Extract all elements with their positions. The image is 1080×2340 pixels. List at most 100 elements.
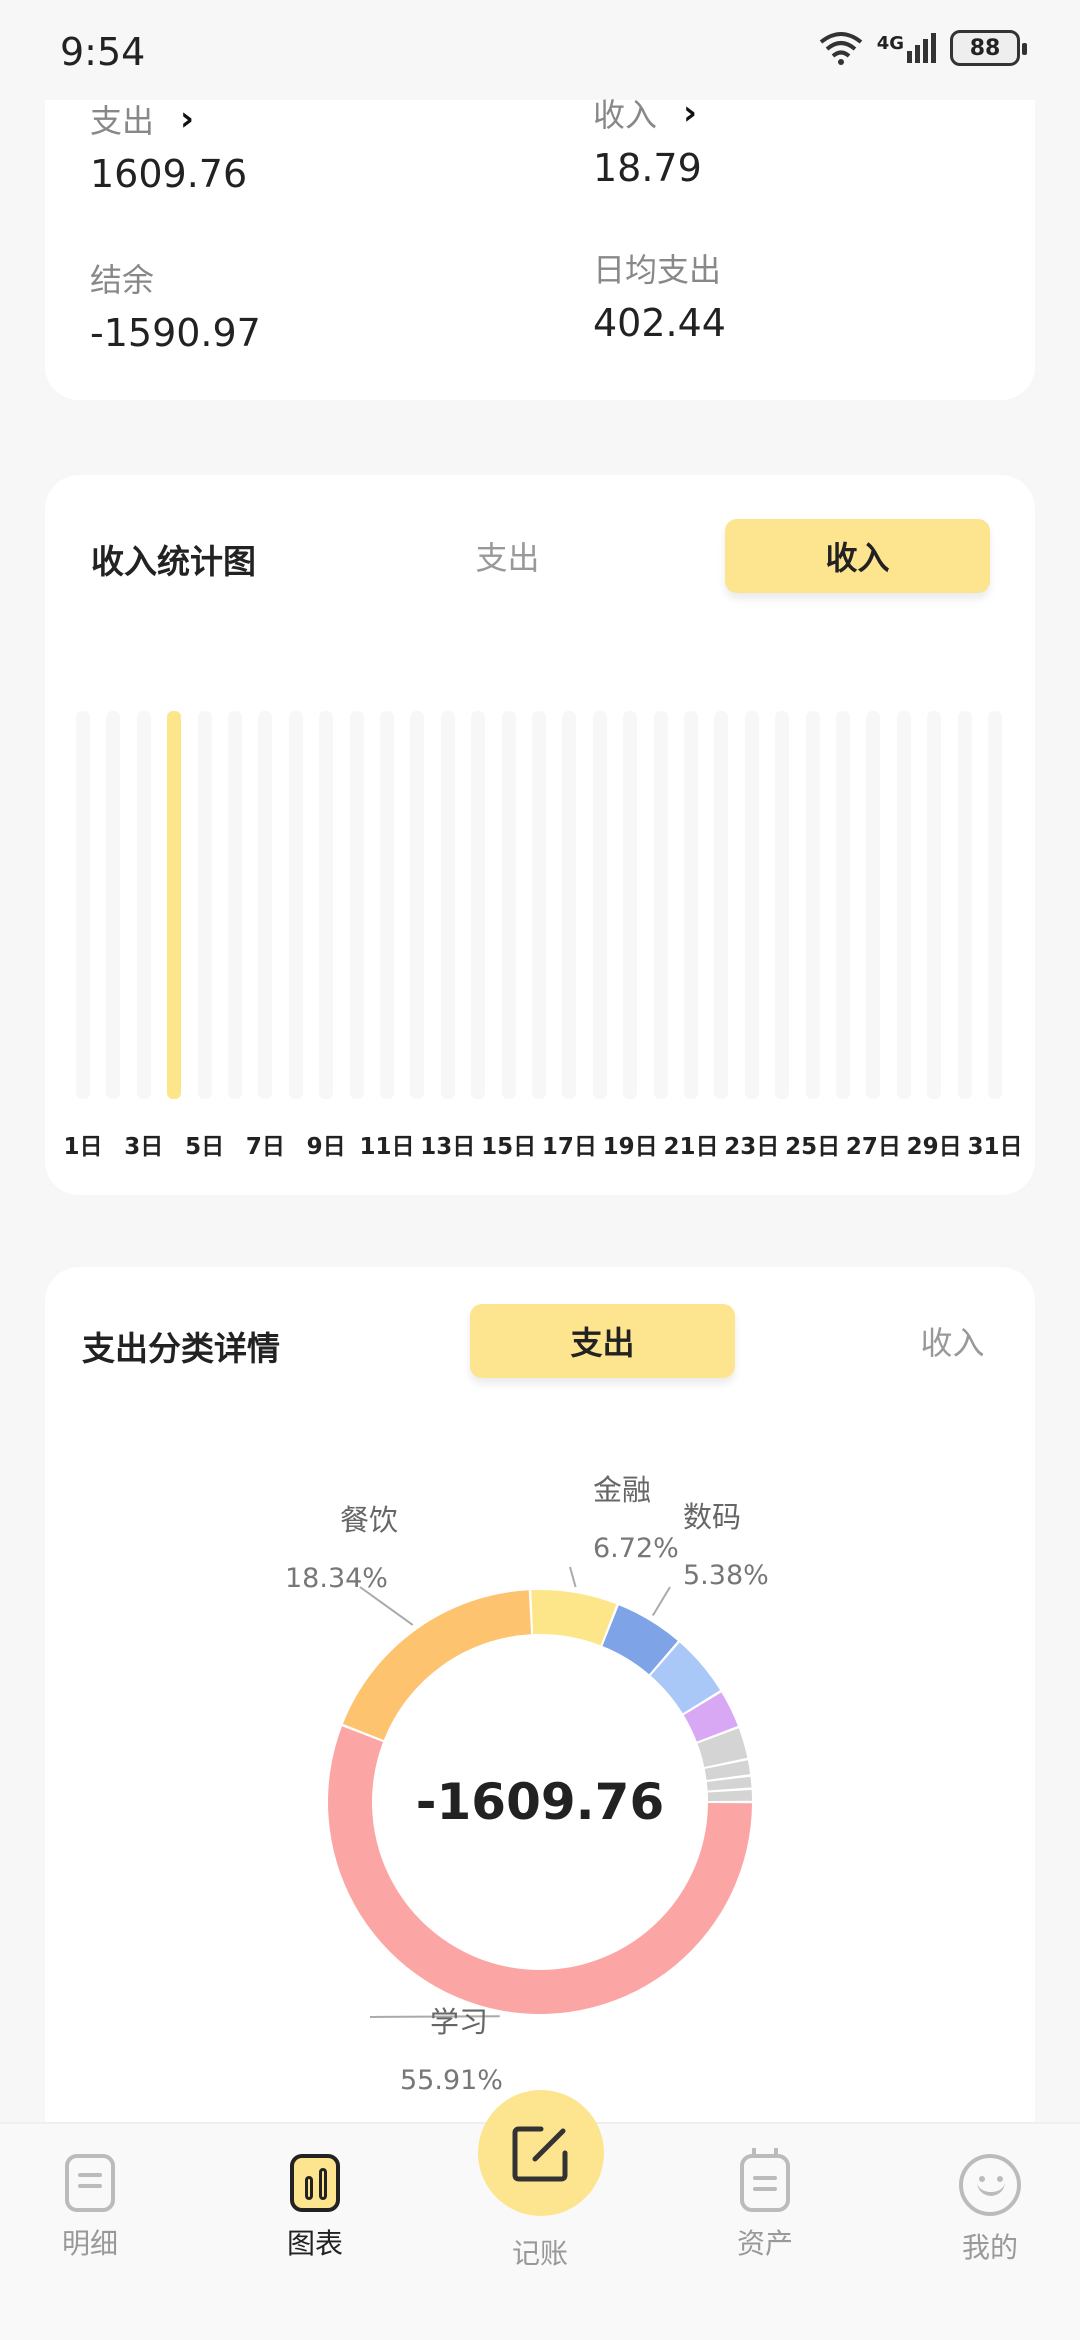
chart-icon — [290, 2154, 340, 2212]
leader-line — [569, 1566, 577, 1588]
balance-label: 结余 — [90, 261, 155, 299]
battery-icon: 88 — [950, 30, 1027, 66]
x-tick-label: 25日 — [785, 1134, 841, 1160]
nav-label-details: 明细 — [61, 2227, 118, 2260]
nav-item-assets[interactable]: 资产 — [695, 2148, 835, 2262]
donut-slice[interactable] — [327, 1726, 752, 2015]
bar-track — [197, 711, 212, 1099]
add-record-button[interactable] — [478, 2090, 604, 2216]
nav-item-bookkeeping[interactable]: 记账 — [470, 2232, 610, 2272]
list-icon — [65, 2154, 115, 2212]
x-tick-label: 3日 — [124, 1134, 164, 1160]
network-type: 4G — [876, 33, 904, 54]
smile-icon — [959, 2154, 1021, 2216]
nav-label-assets: 资产 — [736, 2227, 793, 2260]
bar-track — [653, 711, 668, 1099]
bar-track — [866, 711, 881, 1099]
income-chart-card: 收入统计图 支出 收入 1日 3日 5日 7日 9日 11日 13日 15日 17日 19日 21日… — [45, 475, 1035, 1195]
bar-track — [562, 711, 577, 1099]
slice-percent-label: 18.34% — [285, 1563, 388, 1594]
nav-item-charts[interactable]: 图表 — [245, 2154, 385, 2262]
leader-line — [651, 1586, 671, 1616]
daily-expense-label: 日均支出 — [593, 251, 722, 289]
bar-track — [471, 711, 486, 1099]
income-summary[interactable]: 收入 › 18.79 — [593, 90, 702, 190]
x-tick-label: 31日 — [967, 1134, 1023, 1160]
donut-slice[interactable] — [531, 1590, 617, 1646]
status-bar: 9:54 4G 88 — [0, 0, 1080, 110]
x-tick-label: 23日 — [724, 1134, 780, 1160]
bar-track — [440, 711, 455, 1099]
status-time: 9:54 — [60, 30, 146, 74]
bar-track — [288, 711, 303, 1099]
bar-track — [349, 711, 364, 1099]
balance-summary: 结余 -1590.97 — [90, 255, 261, 355]
bar-track — [76, 711, 90, 1099]
nav-item-details[interactable]: 明细 — [20, 2154, 160, 2262]
slice-percent-label: 5.38% — [683, 1560, 769, 1591]
nav-item-mine[interactable]: 我的 — [920, 2154, 1060, 2266]
bar-track — [319, 711, 334, 1099]
daily-expense-value: 402.44 — [593, 301, 726, 345]
x-tick-label: 19日 — [602, 1134, 658, 1160]
x-tick-label: 9日 — [306, 1134, 346, 1160]
x-tick-label: 5日 — [185, 1134, 225, 1160]
chevron-right-icon: › — [180, 99, 195, 139]
slice-percent-label: 55.91% — [400, 2065, 503, 2096]
bar-track — [836, 711, 850, 1099]
bar-track — [410, 711, 425, 1099]
x-tick-label: 13日 — [420, 1134, 476, 1160]
income-bar[interactable] — [167, 711, 182, 1099]
x-tick-label: 21日 — [663, 1134, 719, 1160]
bar-track — [228, 711, 242, 1099]
income-bar-chart: 1日 3日 5日 7日 9日 11日 13日 15日 17日 19日 21日 23日 25日 27日 29日… — [45, 475, 1035, 1195]
status-icons: 4G 88 — [819, 30, 1027, 66]
bar-track — [532, 711, 546, 1099]
summary-card: 支出 › 1609.76 收入 › 18.79 结余 -1590.97 日均支出… — [45, 93, 1035, 400]
balance-value: -1590.97 — [90, 311, 261, 355]
bar-track — [775, 711, 790, 1099]
nav-label-bookkeeping: 记账 — [511, 2237, 568, 2270]
x-tick-label: 7日 — [245, 1134, 285, 1160]
donut-slice[interactable] — [342, 1590, 532, 1741]
x-tick-label: 15日 — [481, 1134, 537, 1160]
bar-track — [988, 711, 1002, 1099]
bar-track — [501, 711, 516, 1099]
bar-track — [592, 711, 607, 1099]
bar-track — [927, 711, 942, 1099]
nav-label-mine: 我的 — [961, 2231, 1018, 2264]
income-value: 18.79 — [593, 146, 702, 190]
calendar-icon — [740, 2148, 790, 2212]
income-label: 收入 — [593, 96, 658, 134]
slice-label: 学习 — [430, 2005, 488, 2039]
x-tick-label: 1日 — [63, 1134, 103, 1160]
wifi-icon — [819, 32, 862, 65]
x-tick-label: 17日 — [541, 1134, 597, 1160]
nav-label-charts: 图表 — [286, 2227, 343, 2260]
edit-icon — [512, 2126, 568, 2182]
daily-expense-summary: 日均支出 402.44 — [593, 245, 726, 345]
bar-track — [744, 711, 759, 1099]
slice-label: 数码 — [683, 1500, 741, 1534]
slice-label: 餐饮 — [340, 1503, 398, 1537]
slice-percent-label: 6.72% — [593, 1533, 679, 1564]
bar-track — [136, 711, 151, 1099]
expense-value: 1609.76 — [90, 152, 248, 196]
donut-center-value: -1609.76 — [415, 1773, 665, 1831]
bar-track — [258, 711, 273, 1099]
bar-track — [380, 711, 394, 1099]
expense-summary[interactable]: 支出 › 1609.76 — [90, 96, 247, 196]
x-tick-label: 27日 — [845, 1134, 901, 1160]
bar-track — [957, 711, 972, 1099]
battery-level: 88 — [969, 35, 1001, 61]
bar-track — [623, 711, 638, 1099]
x-tick-label: 11日 — [359, 1134, 415, 1160]
bar-track — [714, 711, 729, 1099]
expense-label: 支出 — [90, 102, 155, 140]
bar-track — [106, 711, 121, 1099]
donut-slice[interactable] — [707, 1789, 752, 1801]
bar-track — [684, 711, 698, 1099]
chevron-right-icon: › — [683, 93, 698, 133]
signal-icon: 4G — [877, 33, 936, 63]
bar-track — [896, 711, 911, 1099]
